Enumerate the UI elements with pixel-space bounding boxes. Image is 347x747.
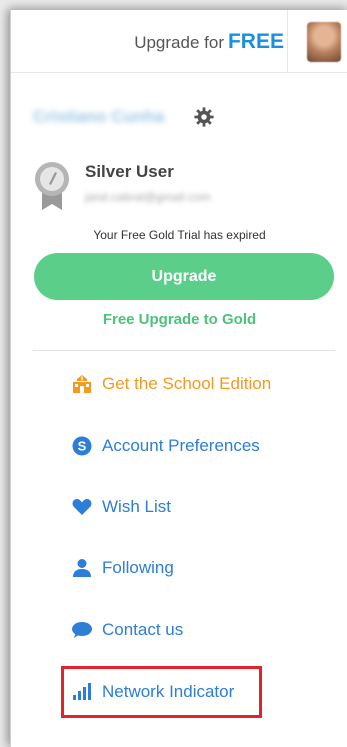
- account-icon: S: [71, 435, 93, 457]
- upgrade-button[interactable]: Upgrade: [34, 253, 334, 300]
- person-icon: [71, 557, 93, 579]
- section-divider: [33, 350, 335, 351]
- menu-item-school-edition[interactable]: Get the School Edition: [71, 369, 271, 399]
- menu-item-label: Contact us: [102, 620, 184, 639]
- silver-badge-icon: [35, 162, 69, 210]
- avatar[interactable]: [307, 22, 341, 62]
- upgrade-prefix-text: Upgrade for: [134, 33, 224, 52]
- trial-expired-message: Your Free Gold Trial has expired: [93, 228, 266, 242]
- menu-item-wish-list[interactable]: Wish List: [71, 492, 171, 522]
- highlight-box: [61, 666, 262, 718]
- heart-icon: [71, 496, 93, 518]
- gear-icon[interactable]: [193, 106, 215, 128]
- menu-item-following[interactable]: Following: [71, 553, 174, 583]
- account-dropdown-panel: Upgrade for FREE Cristiano Cunha Silver U…: [10, 10, 347, 747]
- school-icon: [71, 373, 93, 395]
- top-bar: Upgrade for FREE: [11, 10, 347, 73]
- user-email: jand.cabral@gmail.com: [85, 190, 211, 204]
- user-name: Cristiano Cunha: [33, 107, 165, 126]
- upgrade-for-free-link[interactable]: Upgrade for FREE: [134, 30, 284, 54]
- menu-item-label: Get the School Edition: [102, 374, 272, 393]
- menu-item-label: Account Preferences: [102, 436, 260, 455]
- menu-item-account-preferences[interactable]: S Account Preferences: [71, 431, 260, 461]
- user-tier: Silver User: [85, 162, 174, 181]
- free-text: FREE: [227, 30, 284, 53]
- free-upgrade-link[interactable]: Free Upgrade to Gold: [11, 311, 347, 328]
- menu-item-label: Following: [102, 558, 174, 577]
- chat-bubble-icon: [71, 619, 93, 641]
- svg-text:S: S: [78, 439, 87, 454]
- menu-item-contact-us[interactable]: Contact us: [71, 615, 183, 645]
- menu-item-label: Wish List: [102, 497, 171, 516]
- top-bar-divider: [287, 10, 288, 72]
